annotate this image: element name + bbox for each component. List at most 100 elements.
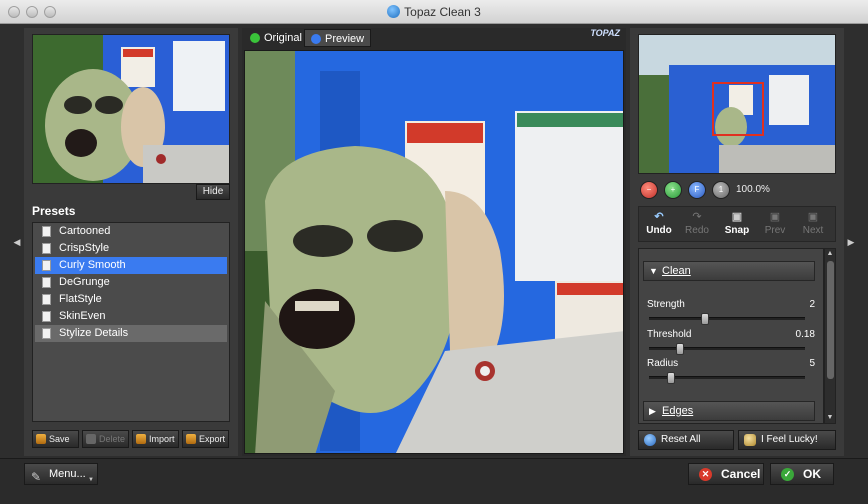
preset-label: Curly Smooth (59, 259, 126, 271)
radius-label: Radius (647, 358, 679, 369)
app-window: Topaz Clean 3 ◀ ▶ Hide Presets Cartooned… (0, 0, 868, 504)
reset-all-label: Reset All (661, 434, 701, 445)
zoom-out-icon[interactable]: − (640, 181, 658, 199)
threshold-slider-knob[interactable] (676, 343, 684, 355)
wrench-icon: ✎ (31, 470, 42, 484)
reset-icon (644, 434, 656, 446)
undo-button[interactable]: ↶ Undo (641, 209, 677, 241)
ok-label: OK (803, 467, 821, 481)
undo-label: Undo (646, 225, 672, 236)
prev-button[interactable]: ▣ Prev (757, 209, 793, 241)
next-button[interactable]: ▣ Next (795, 209, 831, 241)
topaz-app-icon (387, 5, 401, 18)
preset-buttons: Save Delete Import Export (32, 430, 230, 448)
export-label: Export (199, 434, 226, 444)
reset-row: Reset All I Feel Lucky! (638, 430, 836, 450)
radius-slider-knob[interactable] (667, 372, 675, 384)
strength-slider[interactable] (649, 313, 805, 325)
topaz-logo: TOPAZ (590, 28, 620, 38)
delete-preset-button[interactable]: Delete (82, 430, 129, 448)
threshold-label: Threshold (647, 329, 692, 340)
import-label: Import (149, 434, 175, 444)
scrollbar-thumb[interactable] (827, 261, 834, 379)
preset-label: DeGrunge (59, 276, 110, 288)
snap-button[interactable]: ▣ Snap (719, 209, 755, 241)
dice-icon (744, 434, 756, 446)
navigator-thumbnail[interactable] (638, 34, 836, 174)
preset-label: CrispStyle (59, 242, 110, 254)
undo-icon: ↶ (654, 211, 664, 223)
delete-label: Delete (99, 434, 126, 444)
expand-down-icon: ▼ (649, 266, 658, 276)
collapse-right-panel-icon[interactable]: ▶ (846, 235, 856, 249)
zoom-controls: − + F 1 100.0% (638, 180, 836, 200)
clean-section-header[interactable]: ▼ Clean (643, 261, 815, 281)
preset-item-degrunge[interactable]: DeGrunge (35, 274, 227, 291)
strength-value: 2 (809, 299, 815, 310)
menu-label: Menu... (49, 468, 86, 480)
menu-button[interactable]: ✎ Menu... ▼ (24, 463, 98, 485)
preset-item-cartooned[interactable]: Cartooned (35, 223, 227, 240)
right-panel: − + F 1 100.0% ↶ Undo ↷ Redo ▣ Snap ▣ Prev ▣… (630, 28, 844, 456)
tab-original-label: Original (264, 32, 302, 44)
prev-icon: ▣ (769, 211, 781, 223)
preset-item-flatstyle[interactable]: FlatStyle (35, 291, 227, 308)
tab-original[interactable]: Original (244, 29, 308, 47)
edges-section-header[interactable]: ▶ Edges (643, 401, 815, 421)
window-title: Topaz Clean 3 (404, 5, 481, 19)
scroll-up-icon[interactable]: ▲ (825, 249, 835, 259)
zoom-actual-icon[interactable]: 1 (712, 181, 730, 199)
preset-label: FlatStyle (59, 293, 102, 305)
bottom-bar: ✎ Menu... ▼ ✕ Cancel ✓ OK (0, 458, 868, 504)
feel-lucky-label: I Feel Lucky! (761, 434, 818, 445)
preset-label: SkinEven (59, 310, 106, 322)
preset-list[interactable]: Cartooned CrispStyle Curly Smooth DeGrun… (32, 222, 230, 422)
preset-item-crispstyle[interactable]: CrispStyle (35, 240, 227, 257)
radius-value: 5 (809, 358, 815, 369)
preset-file-icon (42, 294, 51, 305)
feel-lucky-button[interactable]: I Feel Lucky! (738, 430, 836, 450)
original-dot-icon (250, 33, 260, 43)
zoom-in-icon[interactable]: + (664, 181, 682, 199)
tab-preview-label: Preview (325, 33, 365, 45)
ok-button[interactable]: ✓ OK (770, 463, 834, 485)
export-preset-button[interactable]: Export (182, 430, 229, 448)
settings-scrollbar[interactable]: ▲ ▼ (824, 248, 836, 424)
snap-icon: ▣ (731, 211, 743, 223)
preset-file-icon (42, 260, 51, 271)
cancel-button[interactable]: ✕ Cancel (688, 463, 764, 485)
radius-slider[interactable] (649, 372, 805, 384)
next-label: Next (802, 225, 824, 236)
preset-label: Cartooned (59, 225, 111, 237)
settings-panel: ▼ Clean Strength 2 Threshold 0.18 Radius … (638, 248, 824, 424)
cancel-label: Cancel (721, 467, 761, 481)
check-icon: ✓ (781, 468, 794, 481)
title-bar: Topaz Clean 3 (0, 0, 868, 24)
import-preset-button[interactable]: Import (132, 430, 179, 448)
threshold-slider[interactable] (649, 343, 805, 355)
preview-dot-icon (311, 34, 321, 44)
zoom-fit-icon[interactable]: F (688, 181, 706, 199)
delete-icon (86, 434, 96, 444)
preview-canvas[interactable] (244, 50, 624, 454)
strength-slider-knob[interactable] (701, 313, 709, 325)
strength-label: Strength (647, 299, 685, 310)
preset-item-skineven[interactable]: SkinEven (35, 308, 227, 325)
collapse-left-panel-icon[interactable]: ◀ (12, 235, 22, 249)
hide-thumbnail-button[interactable]: Hide (196, 184, 230, 200)
tab-preview[interactable]: Preview (304, 29, 372, 47)
save-preset-button[interactable]: Save (32, 430, 79, 448)
preset-file-icon (42, 243, 51, 254)
preset-item-stylize-details[interactable]: Stylize Details (35, 325, 227, 342)
preset-file-icon (42, 226, 51, 237)
clean-section-label: Clean (662, 265, 691, 277)
preset-item-curly-smooth[interactable]: Curly Smooth (35, 257, 227, 274)
scroll-down-icon[interactable]: ▼ (825, 413, 835, 423)
edges-section-label: Edges (662, 405, 694, 417)
reset-all-button[interactable]: Reset All (638, 430, 734, 450)
import-icon (136, 434, 146, 444)
redo-button[interactable]: ↷ Redo (679, 209, 715, 241)
snap-label: Snap (724, 225, 750, 236)
preset-file-icon (42, 311, 51, 322)
original-thumbnail (32, 34, 230, 184)
